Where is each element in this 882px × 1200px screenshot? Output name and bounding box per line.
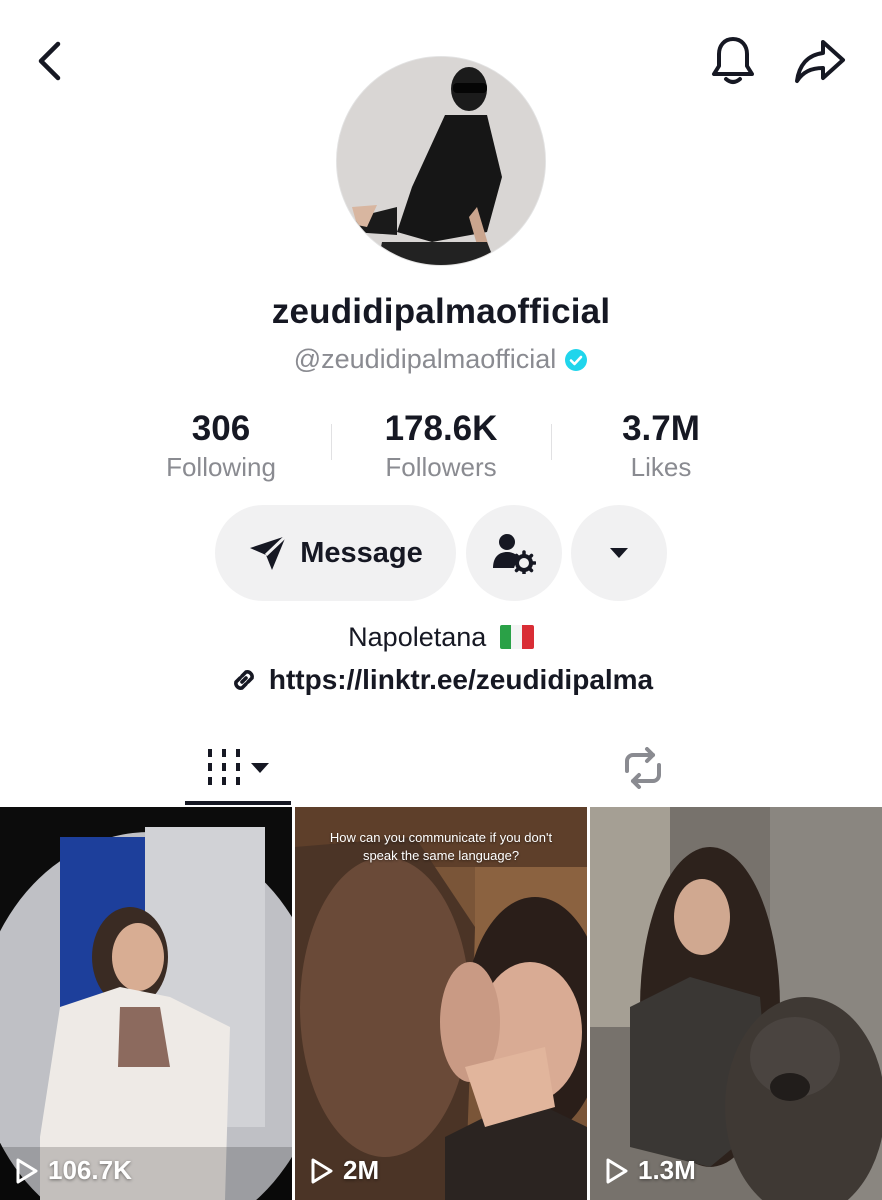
verified-badge-icon — [565, 348, 588, 371]
message-button-label: Message — [300, 536, 423, 569]
italy-flag-icon — [499, 625, 534, 649]
bell-icon — [712, 37, 754, 84]
grid-columns-icon — [208, 749, 240, 785]
stat-likes-label: Likes — [630, 452, 692, 482]
video-thumbnail[interactable]: How can you communicate if you don't spe… — [295, 807, 587, 1200]
bio-text: Napoletana — [348, 622, 487, 652]
stat-followers-value: 178.6K — [384, 409, 498, 448]
username-handle: @zeudidipalmaofficial — [293, 344, 557, 374]
stat-followers[interactable]: 178.6K Followers — [341, 408, 541, 484]
play-icon — [606, 1158, 628, 1183]
view-count: 1.3M — [604, 1155, 696, 1186]
stat-following[interactable]: 306 Following — [121, 408, 321, 484]
video-thumbnail-image — [295, 807, 587, 1200]
tab-reposts[interactable] — [590, 730, 696, 806]
video-thumbnail-image — [0, 807, 292, 1200]
stats-row: 306 Following 178.6K Followers 3.7M Like… — [0, 408, 882, 488]
caret-down-icon — [610, 548, 628, 558]
display-name: zeudidipalmaofficial — [271, 292, 611, 331]
friend-settings-button[interactable] — [466, 505, 562, 601]
stats-divider — [331, 424, 332, 460]
view-count: 106.7K — [14, 1155, 132, 1186]
view-count-value: 1.3M — [638, 1155, 696, 1185]
tab-videos[interactable] — [185, 730, 291, 806]
stat-following-label: Following — [166, 452, 276, 482]
caret-down-icon — [251, 763, 269, 773]
bio-link[interactable]: https://linktr.ee/zeudidipalma — [0, 664, 882, 696]
stats-divider — [551, 424, 552, 460]
avatar-photo — [337, 57, 545, 265]
view-count-value: 106.7K — [48, 1155, 132, 1185]
link-icon — [233, 670, 254, 690]
selected-tab-indicator — [185, 801, 291, 805]
video-thumbnail[interactable]: 106.7K — [0, 807, 292, 1200]
avatar[interactable] — [336, 56, 546, 266]
view-count-value: 2M — [343, 1155, 380, 1185]
chevron-left-icon — [38, 41, 61, 81]
repost-icon — [625, 747, 661, 789]
stat-following-value: 306 — [191, 409, 251, 448]
share-button[interactable] — [790, 32, 850, 90]
user-settings-icon — [493, 534, 536, 574]
stat-followers-label: Followers — [385, 452, 497, 482]
view-count: 2M — [309, 1155, 379, 1186]
content-tabs — [0, 730, 882, 806]
action-buttons: Message — [0, 505, 882, 601]
video-thumbnail[interactable]: 1.3M — [590, 807, 882, 1200]
stat-likes[interactable]: 3.7M Likes — [561, 408, 761, 484]
video-thumbnail-image — [590, 807, 882, 1200]
video-caption-overlay: How can you communicate if you don't spe… — [329, 830, 553, 863]
send-icon — [250, 534, 288, 570]
notifications-button[interactable] — [704, 32, 762, 90]
message-button[interactable]: Message — [215, 505, 456, 601]
bio: Napoletana — [0, 622, 882, 653]
play-icon — [311, 1158, 333, 1183]
handle-row: @zeudidipalmaofficial — [0, 344, 882, 375]
play-icon — [16, 1158, 38, 1183]
more-options-button[interactable] — [571, 505, 667, 601]
stat-likes-value: 3.7M — [622, 409, 700, 448]
video-grid: 106.7K How can you communicate if you do… — [0, 807, 882, 1200]
share-arrow-icon — [795, 40, 845, 83]
back-button[interactable] — [22, 34, 76, 88]
bio-link-url: https://linktr.ee/zeudidipalma — [268, 664, 654, 695]
